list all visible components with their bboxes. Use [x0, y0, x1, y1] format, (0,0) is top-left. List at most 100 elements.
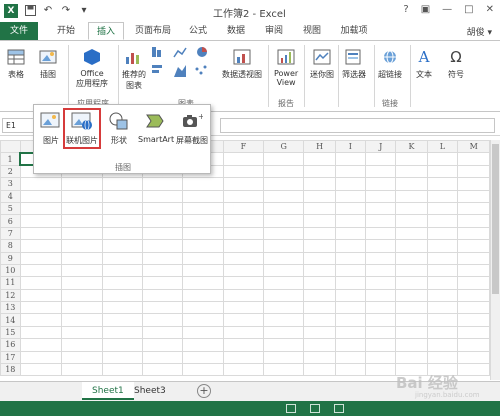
cell[interactable] — [19, 313, 63, 327]
cell[interactable] — [303, 338, 336, 352]
cell[interactable] — [426, 350, 459, 365]
cell[interactable] — [263, 363, 305, 377]
cell[interactable] — [19, 214, 63, 228]
customize-qat-icon[interactable]: ▾ — [78, 5, 90, 17]
cell[interactable] — [395, 152, 428, 166]
power-view-button[interactable]: Power View — [274, 47, 298, 87]
cell[interactable] — [142, 226, 184, 241]
cell[interactable] — [457, 363, 490, 377]
cell[interactable] — [303, 201, 336, 216]
cell[interactable] — [426, 338, 459, 352]
cell[interactable] — [426, 177, 459, 191]
cell[interactable] — [101, 189, 144, 203]
cell[interactable] — [334, 288, 367, 303]
text-button[interactable]: A 文本 — [414, 47, 434, 80]
cell[interactable] — [222, 350, 265, 365]
cell[interactable] — [263, 201, 305, 216]
cell[interactable] — [457, 152, 490, 166]
row-header[interactable]: 16 — [0, 338, 21, 352]
cell[interactable] — [263, 226, 305, 241]
cell[interactable] — [457, 239, 490, 253]
cell[interactable] — [101, 263, 144, 278]
filter-button[interactable]: 筛选器 — [342, 47, 366, 80]
tab-data[interactable]: 数据 — [220, 22, 252, 40]
cell[interactable] — [303, 251, 336, 265]
cell[interactable] — [334, 177, 367, 191]
row-header[interactable]: 13 — [0, 301, 21, 315]
cell[interactable] — [19, 189, 63, 203]
shapes-button[interactable]: 形状 — [108, 111, 130, 146]
cell[interactable] — [303, 276, 336, 290]
cell[interactable] — [182, 338, 224, 352]
cell[interactable] — [426, 189, 459, 203]
cell[interactable] — [222, 201, 265, 216]
cell[interactable] — [101, 201, 144, 216]
row-header[interactable]: 18 — [0, 363, 21, 377]
cell[interactable] — [334, 338, 367, 352]
cell[interactable] — [395, 325, 428, 340]
cell[interactable] — [334, 201, 367, 216]
cell[interactable] — [263, 239, 305, 253]
cell[interactable] — [457, 201, 490, 216]
cell[interactable] — [142, 276, 184, 290]
cell[interactable] — [142, 201, 184, 216]
cell[interactable] — [303, 164, 336, 179]
cell[interactable] — [365, 226, 397, 241]
cell[interactable] — [365, 288, 397, 303]
cell[interactable] — [365, 251, 397, 265]
cell[interactable] — [101, 239, 144, 253]
cell[interactable] — [101, 350, 144, 365]
sparklines-button[interactable]: 迷你图 — [310, 47, 334, 80]
row-header[interactable]: 12 — [0, 288, 21, 303]
column-header[interactable]: G — [263, 140, 305, 154]
cell[interactable] — [182, 189, 224, 203]
cell[interactable] — [142, 177, 184, 191]
cell[interactable] — [61, 177, 103, 191]
cell[interactable] — [457, 350, 490, 365]
cell[interactable] — [182, 251, 224, 265]
cell[interactable] — [365, 350, 397, 365]
cell[interactable] — [19, 301, 63, 315]
cell[interactable] — [303, 239, 336, 253]
row-header[interactable]: 4 — [0, 189, 21, 203]
cell[interactable] — [426, 214, 459, 228]
cell[interactable] — [365, 363, 397, 377]
cell[interactable] — [365, 313, 397, 327]
cell[interactable] — [182, 313, 224, 327]
cell[interactable] — [61, 201, 103, 216]
cell[interactable] — [426, 152, 459, 166]
add-sheet-button[interactable]: + — [197, 384, 211, 398]
cell[interactable] — [222, 325, 265, 340]
cell[interactable] — [395, 239, 428, 253]
cell[interactable] — [101, 313, 144, 327]
row-header[interactable]: 7 — [0, 226, 21, 241]
cell[interactable] — [142, 263, 184, 278]
cell[interactable] — [222, 226, 265, 241]
cell[interactable] — [303, 301, 336, 315]
cell[interactable] — [426, 301, 459, 315]
cell[interactable] — [182, 201, 224, 216]
cell[interactable] — [365, 152, 397, 166]
normal-view-icon[interactable] — [286, 404, 296, 413]
cell[interactable] — [101, 325, 144, 340]
cell[interactable] — [457, 189, 490, 203]
cell[interactable] — [303, 226, 336, 241]
column-header[interactable]: M — [457, 140, 490, 154]
column-header[interactable]: H — [303, 140, 336, 154]
cell[interactable] — [395, 301, 428, 315]
cell[interactable] — [334, 226, 367, 241]
cell[interactable] — [303, 214, 336, 228]
cell[interactable] — [334, 239, 367, 253]
cell[interactable] — [101, 177, 144, 191]
cell[interactable] — [222, 251, 265, 265]
cell[interactable] — [334, 214, 367, 228]
vertical-scrollbar[interactable] — [490, 140, 500, 380]
minimize-button[interactable]: — — [442, 4, 452, 15]
cell[interactable] — [334, 276, 367, 290]
tab-view[interactable]: 视图 — [296, 22, 328, 40]
cell[interactable] — [334, 301, 367, 315]
cell[interactable] — [19, 177, 63, 191]
cell[interactable] — [142, 325, 184, 340]
cell[interactable] — [19, 363, 63, 377]
cell[interactable] — [334, 363, 367, 377]
